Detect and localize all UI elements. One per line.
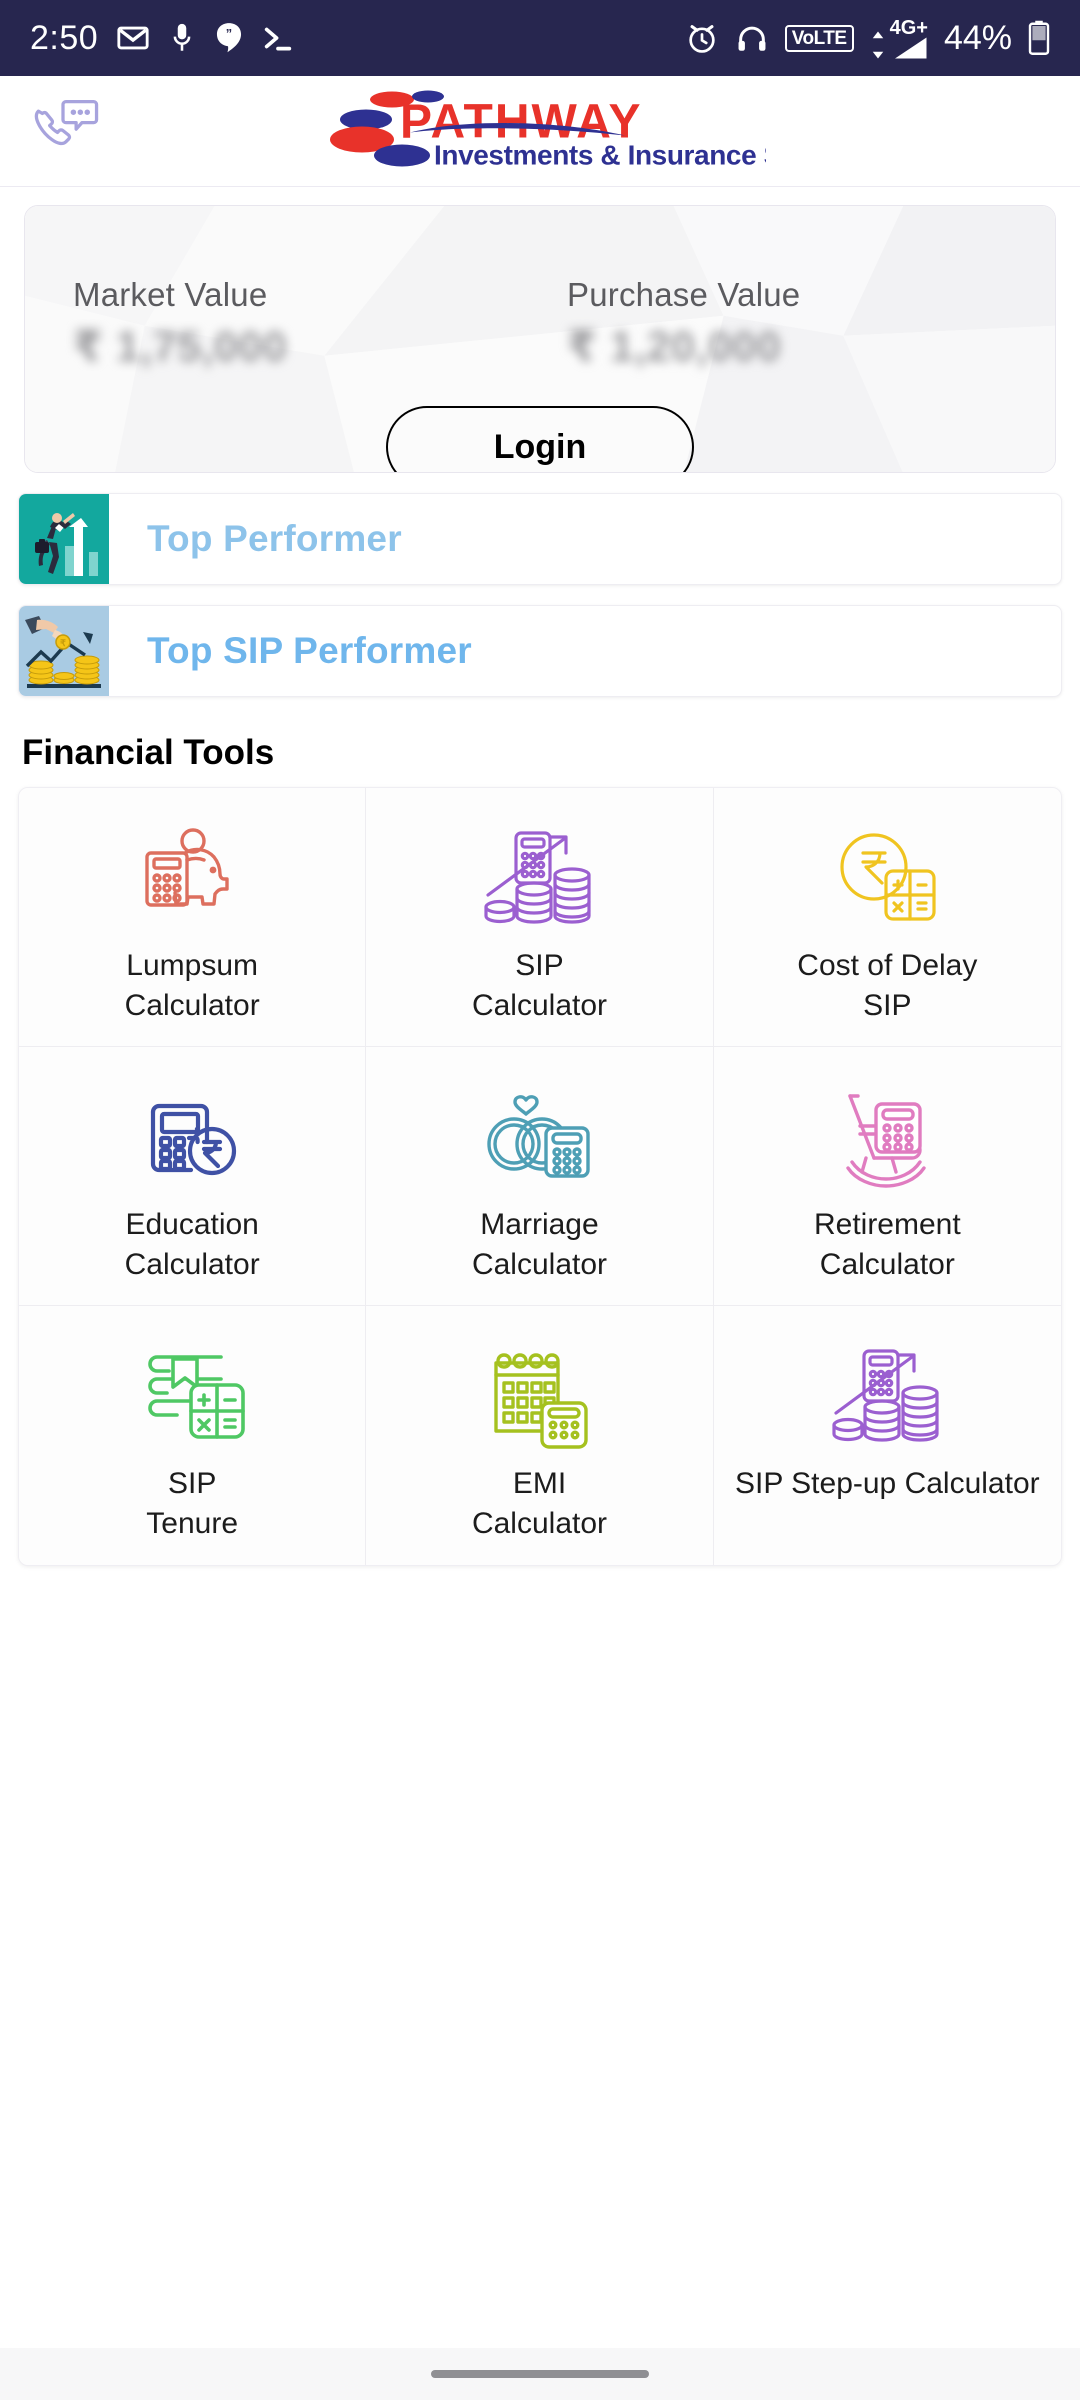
top-performer-row[interactable]: Top Performer [18,493,1062,585]
svg-text:Investments & Insurance Servic: Investments & Insurance Services [434,140,766,171]
tool-label: Cost of Delay SIP [797,949,978,1022]
system-navigation-bar [0,2348,1080,2400]
headphones-icon [735,21,769,55]
battery-percent-label: 44% [943,18,1012,57]
terminal-icon [262,21,294,55]
status-bar-left: 2:50 ” [30,19,294,58]
tool-sip-calculator[interactable]: SIP Calculator [366,788,714,1047]
rocking-chair-calculator-icon [828,1077,946,1195]
status-bar-right: VoLTE 4G+ 44% [685,17,1050,60]
battery-icon [1028,20,1050,56]
financial-tools-grid: Lumpsum Calculator SIP Calculator Cost o… [18,787,1062,1566]
tool-retirement-calculator[interactable]: Retirement Calculator [713,1047,1061,1306]
top-sip-performer-label: Top SIP Performer [147,630,472,671]
calculator-coins-arrow-icon [480,818,598,936]
tool-label: SIP Tenure [146,1467,239,1540]
notebook-keypad-icon [133,1336,251,1454]
market-value-amount: ₹ 1,75,000 [73,323,288,371]
tool-label: EMI Calculator [471,1467,608,1540]
tool-label: SIP Calculator [471,949,608,1022]
calculator-coins-arrow-icon [828,1336,946,1454]
market-value-block: Market Value ₹ 1,75,000 [73,276,513,372]
portfolio-values-row: Market Value ₹ 1,75,000 Purchase Value ₹… [25,206,1055,372]
wedding-rings-calculator-icon [480,1077,598,1195]
tool-emi-calculator[interactable]: EMI Calculator [366,1306,714,1565]
tool-label: Retirement Calculator [813,1208,961,1281]
alarm-icon [685,21,719,55]
brand-logo: PATHWAY Investments & Insurance Services [314,86,876,177]
rupee-coin-keypad-icon [828,818,946,936]
calendar-calculator-icon [480,1336,598,1454]
calculator-rupee-coin-icon [133,1077,251,1195]
tool-education-calculator[interactable]: Education Calculator [19,1047,367,1306]
tool-cost-of-delay-sip[interactable]: Cost of Delay SIP [713,788,1061,1047]
purchase-value-block: Purchase Value ₹ 1,20,000 [513,276,1007,372]
tool-label: SIP Step-up Calculator [735,1467,1040,1500]
status-bar: 2:50 ” VoLTE 4G+ 44% [0,0,1080,76]
hangouts-icon: ” [214,21,244,55]
piggy-bank-calculator-icon [133,818,251,936]
top-performer-label: Top Performer [147,518,402,559]
portfolio-summary-card: Market Value ₹ 1,75,000 Purchase Value ₹… [24,205,1056,473]
purchase-value-amount: ₹ 1,20,000 [567,323,782,371]
gmail-icon [116,21,150,55]
tool-lumpsum-calculator[interactable]: Lumpsum Calculator [19,788,367,1047]
phone-chat-icon[interactable] [0,98,130,165]
tool-sip-step-up-calculator[interactable]: SIP Step-up Calculator [713,1306,1061,1565]
top-sip-performer-row[interactable]: ₹ Top SIP Performer [18,605,1062,697]
financial-tools-heading: Financial Tools [22,733,275,772]
signal-icon: 4G+ [870,17,928,60]
svg-text:₹: ₹ [60,638,66,648]
market-value-label: Market Value [73,276,268,313]
login-button[interactable]: Login [386,406,694,472]
home-gesture-pill[interactable] [431,2370,649,2378]
microphone-icon [168,21,196,55]
purchase-value-label: Purchase Value [567,276,801,313]
app-header: PATHWAY Investments & Insurance Services [0,76,1080,187]
hand-coins-growth-icon: ₹ [19,606,109,696]
status-clock: 2:50 [30,18,99,57]
tool-marriage-calculator[interactable]: Marriage Calculator [366,1047,714,1306]
tool-label: Lumpsum Calculator [124,949,260,1022]
svg-text:”: ” [226,26,232,41]
tool-sip-tenure[interactable]: SIP Tenure [19,1306,367,1565]
tool-label: Marriage Calculator [471,1208,608,1281]
volte-badge: VoLTE [784,24,854,52]
tool-label: Education Calculator [124,1208,260,1281]
businessman-growth-chart-icon [19,494,109,584]
